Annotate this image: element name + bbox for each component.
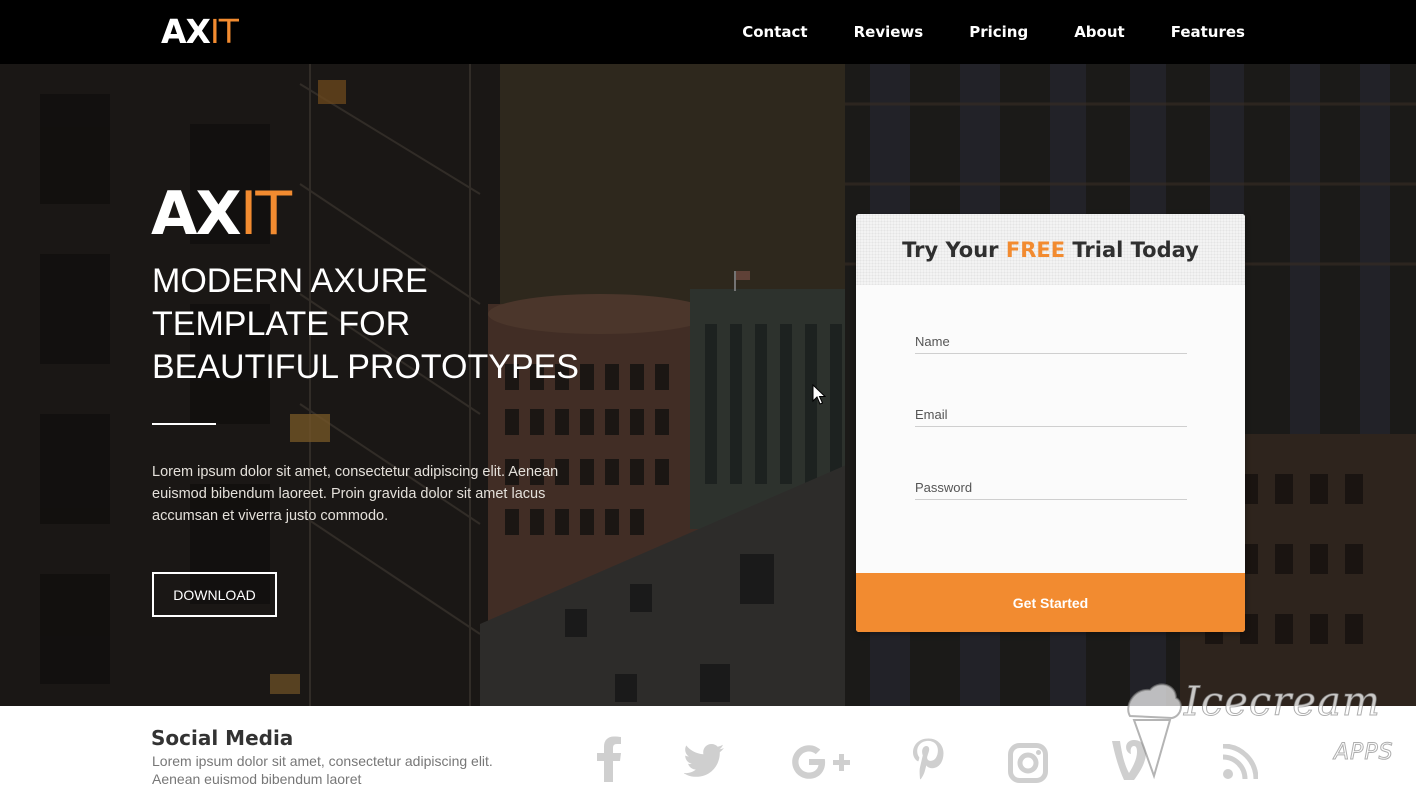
trial-signup-card: Try Your FREE Trial Today Name Email Pas… <box>856 214 1245 632</box>
nav-link-about[interactable]: About <box>1074 23 1125 41</box>
instagram-icon[interactable] <box>1008 743 1048 783</box>
rss-icon[interactable] <box>1222 744 1258 780</box>
trial-card-header: Try Your FREE Trial Today <box>856 214 1245 285</box>
hero-description: Lorem ipsum dolor sit amet, consectetur … <box>152 464 559 524</box>
vine-icon[interactable] <box>1110 738 1148 782</box>
nav-link-reviews[interactable]: Reviews <box>854 23 924 41</box>
social-media-title: Social Media <box>151 726 294 750</box>
social-media-section: Social Media Lorem ipsum dolor sit amet,… <box>0 706 1416 786</box>
pinterest-icon[interactable] <box>912 738 944 782</box>
password-field[interactable]: Password <box>915 476 1187 500</box>
hero-title-line: BEAUTIFUL PROTOTYPES <box>152 348 579 386</box>
nav-logo-it: IT <box>209 12 239 51</box>
top-navbar: AXIT Contact Reviews Pricing About Featu… <box>0 0 1416 64</box>
twitter-icon[interactable] <box>684 744 724 778</box>
hero-logo: AXIT <box>151 183 292 245</box>
download-button[interactable]: DOWNLOAD <box>152 572 277 617</box>
hero-title: MODERN AXURE TEMPLATE FOR BEAUTIFUL PROT… <box>152 260 622 389</box>
hero-logo-ax: AX <box>151 179 242 249</box>
hero-title-line: TEMPLATE FOR <box>152 305 411 343</box>
nav-link-pricing[interactable]: Pricing <box>969 23 1028 41</box>
trial-card-title: Try Your FREE Trial Today <box>902 238 1199 262</box>
email-field[interactable]: Email <box>915 403 1187 427</box>
nav-logo-ax: AX <box>161 12 211 51</box>
nav-links: Contact Reviews Pricing About Features <box>696 0 1245 64</box>
hero-divider <box>152 423 216 425</box>
social-media-description: Lorem ipsum dolor sit amet, consectetur … <box>152 753 493 786</box>
trial-title-prefix: Try Your <box>902 237 1006 262</box>
google-plus-icon[interactable] <box>790 744 852 780</box>
mouse-cursor-icon <box>812 384 826 405</box>
nav-link-contact[interactable]: Contact <box>742 23 807 41</box>
trial-title-highlight: FREE <box>1005 237 1066 262</box>
hero-logo-it: IT <box>239 179 292 249</box>
hero-title-line: MODERN AXURE <box>152 262 428 300</box>
name-field[interactable]: Name <box>915 330 1187 354</box>
facebook-icon[interactable] <box>596 736 622 782</box>
get-started-button[interactable]: Get Started <box>856 573 1245 632</box>
trial-title-suffix: Trial Today <box>1065 237 1199 262</box>
nav-link-features[interactable]: Features <box>1171 23 1245 41</box>
nav-logo[interactable]: AXIT <box>161 12 239 51</box>
